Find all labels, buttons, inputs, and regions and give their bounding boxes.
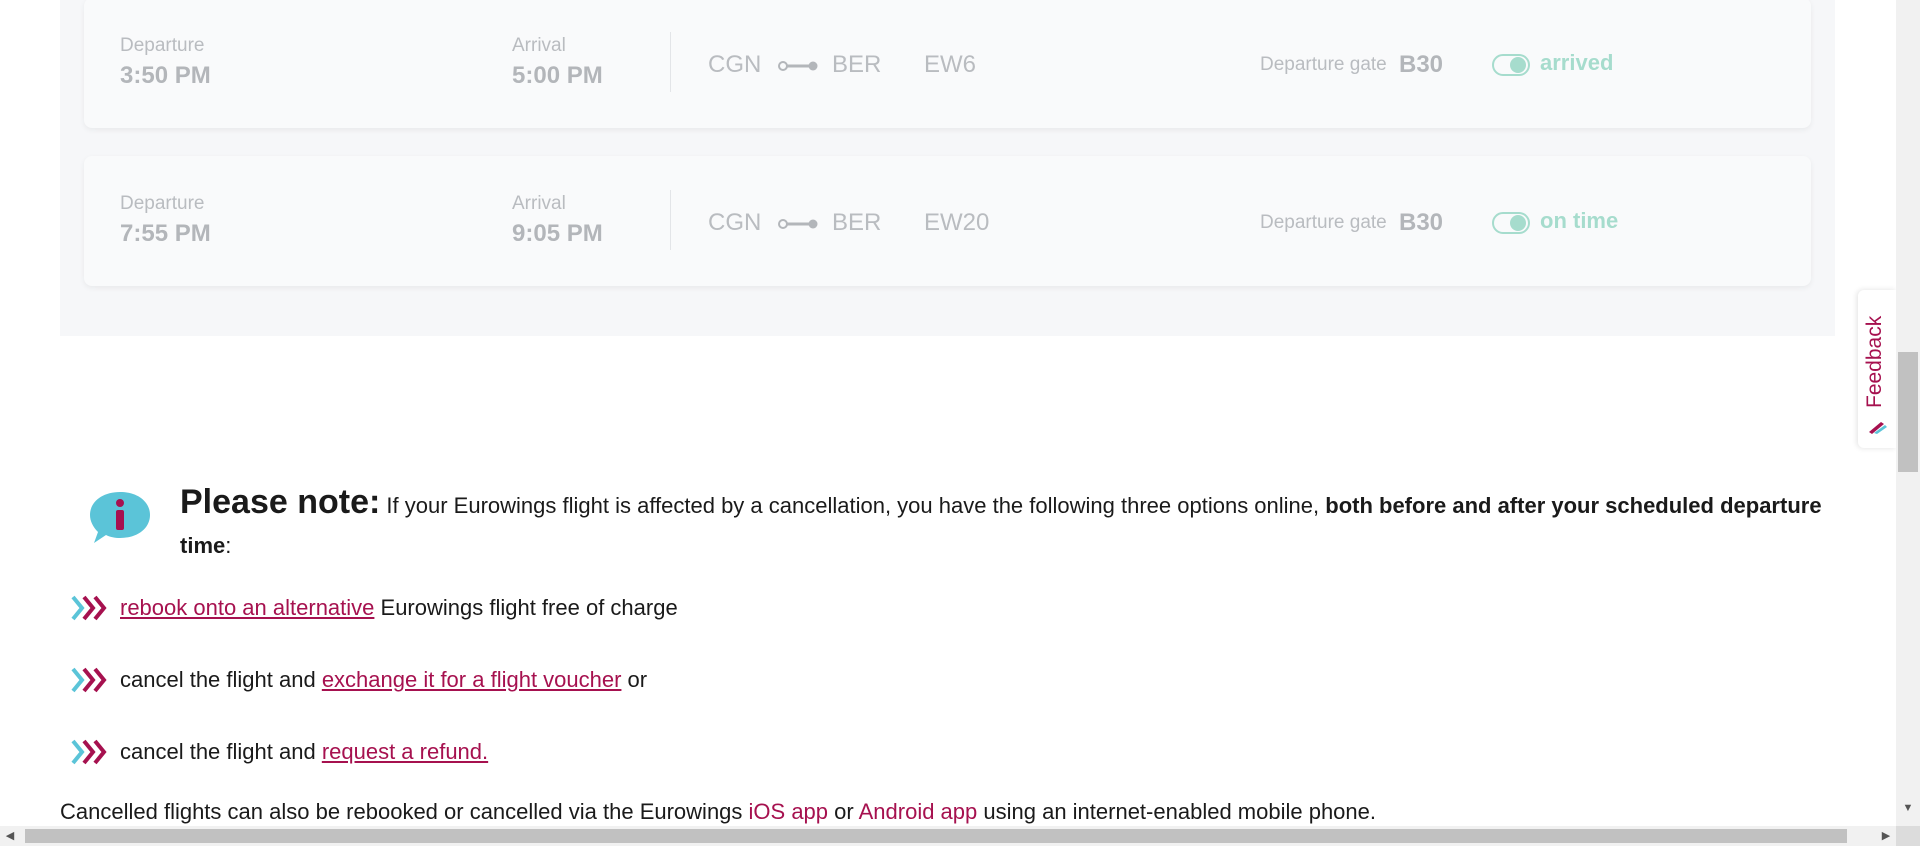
- flight-card[interactable]: Departure 3:50 PM Arrival 5:00 PM CGN BE…: [84, 0, 1811, 128]
- origin-airport: CGN: [708, 209, 762, 236]
- scroll-left-arrow-icon[interactable]: ◀: [0, 826, 20, 846]
- status-toggle-icon: [1492, 212, 1530, 234]
- triple-chevron-right-icon: [71, 595, 107, 621]
- gate-value: B30: [1399, 209, 1444, 236]
- note-suffix: :: [225, 533, 232, 558]
- destination-airport: BER: [832, 209, 882, 236]
- flight-number: EW6: [924, 51, 977, 78]
- option-text: Eurowings flight free of charge: [374, 595, 678, 620]
- feedback-label: Feedback: [1863, 315, 1886, 408]
- feedback-tab[interactable]: Feedback: [1858, 290, 1896, 448]
- eurowings-logo-icon: [1869, 422, 1887, 434]
- app-info-prefix: Cancelled flights can also be rebooked o…: [60, 799, 749, 824]
- scroll-right-arrow-icon[interactable]: ▶: [1876, 826, 1896, 846]
- divider: [670, 32, 671, 92]
- divider: [670, 190, 671, 250]
- gate-value: B30: [1399, 51, 1444, 78]
- scroll-down-arrow-icon[interactable]: ▼: [1896, 798, 1920, 818]
- departure-time: 7:55 PM: [120, 220, 211, 247]
- ios-app-link[interactable]: iOS app: [749, 799, 829, 824]
- departure-label: Departure: [120, 193, 205, 214]
- route-connector-icon: [778, 219, 818, 229]
- cancellation-note: Please note: If your Eurowings flight is…: [180, 482, 1830, 566]
- scrollbar-corner: [1896, 826, 1920, 846]
- rebook-alternative-link[interactable]: rebook onto an alternative: [120, 595, 374, 620]
- app-info-middle: or: [828, 799, 859, 824]
- option-text: cancel the flight and: [120, 739, 322, 764]
- note-text: If your Eurowings flight is affected by …: [380, 493, 1326, 518]
- info-speech-bubble-icon: [90, 492, 150, 543]
- option-text: or: [621, 667, 648, 692]
- arrival-label: Arrival: [512, 35, 566, 56]
- app-info-suffix: using an internet-enabled mobile phone.: [977, 799, 1376, 824]
- arrival-time: 5:00 PM: [512, 62, 603, 89]
- option-text: cancel the flight and: [120, 667, 322, 692]
- departure-time: 3:50 PM: [120, 62, 211, 89]
- flight-voucher-link[interactable]: exchange it for a flight voucher: [322, 667, 622, 692]
- note-heading: Please note:: [180, 483, 381, 521]
- vertical-scrollbar-thumb[interactable]: [1898, 352, 1918, 472]
- triple-chevron-right-icon: [71, 739, 107, 765]
- flight-status: arrived: [1540, 50, 1614, 75]
- flight-status: on time: [1540, 208, 1619, 233]
- app-info-text: Cancelled flights can also be rebooked o…: [60, 794, 1376, 830]
- gate-label: Departure gate: [1260, 54, 1387, 75]
- destination-airport: BER: [832, 51, 882, 78]
- arrival-label: Arrival: [512, 193, 566, 214]
- triple-chevron-right-icon: [71, 667, 107, 693]
- arrival-time: 9:05 PM: [512, 220, 603, 247]
- horizontal-scrollbar-thumb[interactable]: [25, 829, 1847, 843]
- request-refund-link[interactable]: request a refund.: [322, 739, 488, 764]
- flight-number: EW20: [924, 209, 990, 236]
- android-app-link[interactable]: Android app: [859, 799, 978, 824]
- flight-card[interactable]: Departure 7:55 PM Arrival 9:05 PM CGN BE…: [84, 156, 1811, 286]
- gate-label: Departure gate: [1260, 212, 1387, 233]
- origin-airport: CGN: [708, 51, 762, 78]
- status-toggle-icon: [1492, 54, 1530, 76]
- flight-status-panel: Departure 3:50 PM Arrival 5:00 PM CGN BE…: [60, 0, 1835, 336]
- route-connector-icon: [778, 61, 818, 71]
- departure-label: Departure: [120, 35, 205, 56]
